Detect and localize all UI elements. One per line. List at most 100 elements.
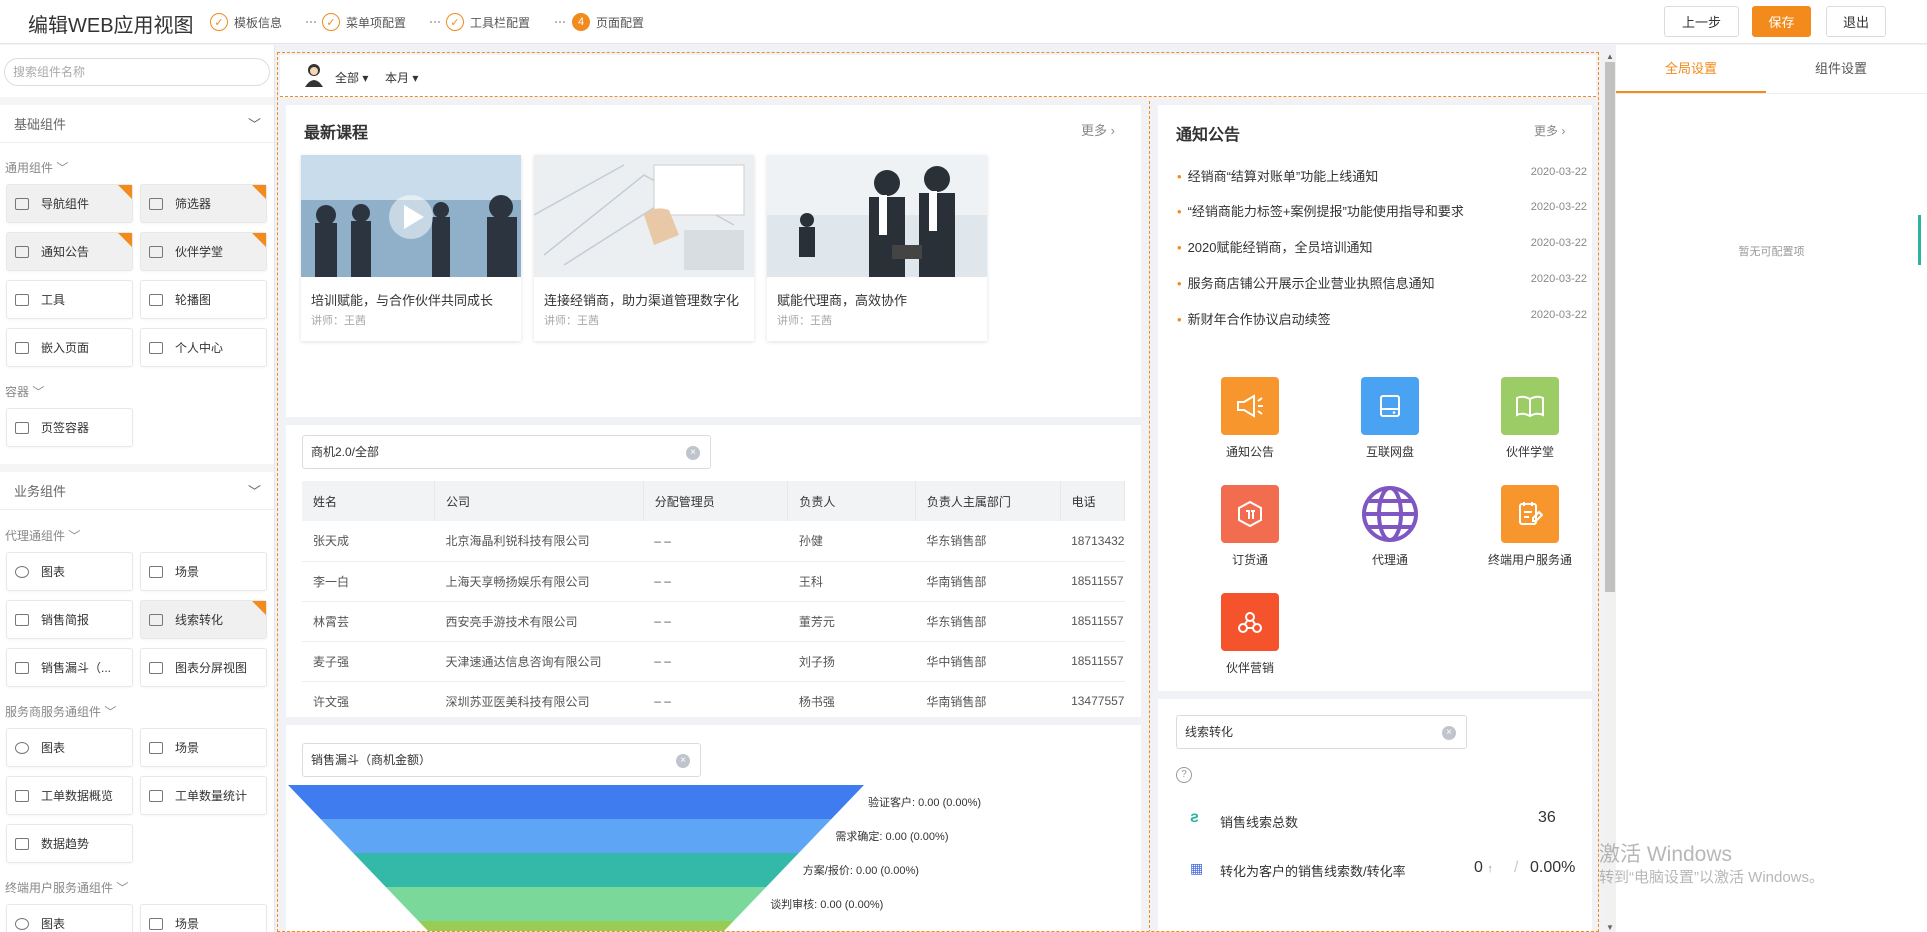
search-input[interactable]: 搜索组件名称 [4, 58, 270, 86]
app-end-user-service[interactable]: 终端用户服务通 [1480, 485, 1580, 568]
table-row[interactable]: 许文强 深圳苏亚医美科技有限公司 – – 杨书强 华南销售部 13477557 [302, 681, 1125, 717]
table-row[interactable]: 林霄芸 西安亮手游技术有限公司 – – 董芳元 华东销售部 18511557 [302, 601, 1125, 642]
comp-data-trend[interactable]: 数据趋势 [6, 824, 133, 863]
notice-item[interactable]: • 服务商店铺公开展示企业营业执照信息通知 2020-03-22 [1177, 273, 1587, 293]
help-icon[interactable]: ? [1176, 767, 1192, 783]
top-bar: 编辑WEB应用视图 ✓ 模板信息 ✓ 菜单项配置 ✓ 工具栏配置 4 页面配置 上一步 … [0, 0, 1927, 44]
app-partner-marketing[interactable]: 伙伴营销 [1200, 593, 1300, 676]
app-notice[interactable]: 通知公告 [1200, 377, 1300, 460]
col-company[interactable]: 公司 [434, 481, 644, 521]
funnel-segment[interactable] [320, 819, 832, 853]
app-agent[interactable]: 代理通 [1340, 485, 1440, 568]
table-row[interactable]: 麦子强 天津速通达信息咨询有限公司 – – 刘子扬 华中销售部 18511557 [302, 641, 1125, 682]
col-dept[interactable]: 负责人主属部门 [915, 481, 1061, 521]
course-card-title: 连接经销商，助力渠道管理数字化 [544, 293, 740, 308]
step-menu-config[interactable]: ✓ 菜单项配置 [322, 12, 406, 32]
comp-wo-stat[interactable]: 工单数量统计 [140, 776, 267, 815]
pie-chart-icon [15, 741, 29, 754]
step-page-config[interactable]: 4 页面配置 [572, 12, 644, 32]
group-general[interactable]: 通用组件 ﹀ [5, 159, 68, 176]
funnel-segment[interactable] [288, 785, 864, 819]
corner-badge [252, 233, 266, 247]
filter-bar: 全部 ▾ 本月 ▾ [280, 55, 1596, 97]
comp-notice[interactable]: 通知公告 [6, 232, 133, 271]
course-card[interactable]: 赋能代理商，高效协作 讲师：王茜 [767, 155, 987, 341]
comp-sales-funnel[interactable]: 销售漏斗（... [6, 648, 133, 687]
app-order[interactable]: 订货通 [1200, 485, 1300, 568]
comp-sales-brief[interactable]: 销售简报 [6, 600, 133, 639]
course-card[interactable]: 培训赋能，与合作伙伴共同成长 讲师：王茜 [301, 155, 521, 341]
course-card-instructor: 讲师：王茜 [311, 315, 366, 327]
comp-carousel[interactable]: 轮播图 [140, 280, 267, 319]
opportunity-select[interactable]: 商机2.0/全部 × [302, 435, 711, 469]
section-business-components[interactable]: 业务组件 ﹀ [0, 464, 274, 510]
canvas-scrollbar[interactable]: ▲ ▼ [1603, 52, 1617, 932]
save-button[interactable]: 保存 [1752, 6, 1811, 37]
comp-tool[interactable]: 工具 [6, 280, 133, 319]
course-card-title: 赋能代理商，高效协作 [777, 293, 908, 308]
step-toolbar-config[interactable]: ✓ 工具栏配置 [446, 12, 530, 32]
group-service[interactable]: 服务商服务通组件 ﹀ [5, 703, 116, 720]
corner-badge [118, 185, 132, 199]
notice-item[interactable]: • 新财年合作协议启动续签 2020-03-22 [1177, 309, 1587, 329]
comp-partner[interactable]: 伙伴学堂 [140, 232, 267, 271]
course-more-link[interactable]: 更多 › [1081, 120, 1115, 139]
scroll-down-arrow[interactable]: ▼ [1606, 923, 1614, 932]
comp-scene-2[interactable]: 场景 [140, 728, 267, 767]
page-title: 编辑WEB应用视图 [28, 15, 194, 37]
marketing-icon [1221, 593, 1279, 651]
scope-dropdown[interactable]: 全部 ▾ [335, 69, 368, 86]
col-phone[interactable]: 电话 [1060, 481, 1126, 521]
step-template-info[interactable]: ✓ 模板信息 [210, 12, 282, 32]
side-indicator [1918, 215, 1921, 265]
clear-icon[interactable]: × [1442, 726, 1456, 740]
app-partner-school[interactable]: 伙伴学堂 [1480, 377, 1580, 460]
group-end-user[interactable]: 终端用户服务通组件 ﹀ [5, 879, 128, 896]
funnel-segment[interactable] [353, 853, 799, 887]
scroll-up-arrow[interactable]: ▲ [1606, 52, 1614, 61]
funnel-segment[interactable] [385, 887, 767, 921]
prev-button[interactable]: 上一步 [1664, 6, 1739, 37]
notice-item[interactable]: • “经销商能力标签+案例提报”功能使用指导和要求 2020-03-22 [1177, 201, 1587, 221]
app-grid-panel: 通知公告 互联网盘 伙伴学堂 订货通 代理通 终端用户服务通 伙伴营销 [1158, 357, 1592, 691]
notice-more-link[interactable]: 更多 › [1534, 122, 1565, 139]
notice-item[interactable]: • 经销商“结算对账单”功能上线通知 2020-03-22 [1177, 166, 1587, 186]
comp-nav[interactable]: 导航组件 [6, 184, 133, 223]
comp-chart-3[interactable]: 图表 [6, 904, 133, 932]
col-admin[interactable]: 分配管理员 [643, 481, 789, 521]
section-basic-components[interactable]: 基础组件 ﹀ [0, 97, 274, 143]
pie-chart-icon [15, 917, 29, 930]
comp-scene-3[interactable]: 场景 [140, 904, 267, 932]
pie-chart-icon [15, 565, 29, 578]
funnel-segment[interactable] [418, 921, 734, 932]
comp-filter[interactable]: 筛选器 [140, 184, 267, 223]
comp-scene[interactable]: 场景 [140, 552, 267, 591]
comp-chart[interactable]: 图表 [6, 552, 133, 591]
col-owner[interactable]: 负责人 [787, 481, 916, 521]
comp-lead-conversion[interactable]: 线索转化 [140, 600, 267, 639]
chevron-down-icon: ﹀ [247, 117, 261, 132]
table-row[interactable]: 张天成 北京海晶利锐科技有限公司 – – 孙健 华东销售部 18713432 [302, 521, 1125, 562]
tab-global-settings[interactable]: 全局设置 [1616, 45, 1766, 93]
comp-tab-container[interactable]: 页签容器 [6, 408, 133, 447]
notice-item[interactable]: • 2020赋能经销商，全员培训通知 2020-03-22 [1177, 237, 1587, 257]
comp-split-view[interactable]: 图表分屏视图 [140, 648, 267, 687]
comp-personal[interactable]: 个人中心 [140, 328, 267, 367]
exit-button[interactable]: 退出 [1826, 6, 1886, 37]
course-card[interactable]: 连接经销商，助力渠道管理数字化 讲师：王茜 [534, 155, 754, 341]
clear-icon[interactable]: × [686, 446, 700, 460]
period-dropdown[interactable]: 本月 ▾ [385, 69, 418, 86]
group-container[interactable]: 容器 ﹀ [5, 383, 44, 400]
comp-embed[interactable]: 嵌入页面 [6, 328, 133, 367]
wrench-icon [15, 293, 29, 306]
scroll-thumb[interactable] [1605, 62, 1615, 592]
table-row[interactable]: 李一白 上海天享畅扬娱乐有限公司 – – 王科 华南销售部 18511557 [302, 561, 1125, 602]
corner-badge [252, 185, 266, 199]
group-agent[interactable]: 代理通组件 ﹀ [5, 527, 80, 544]
col-name[interactable]: 姓名 [302, 481, 435, 521]
tab-component-settings[interactable]: 组件设置 [1766, 45, 1916, 93]
app-netdisk[interactable]: 互联网盘 [1340, 377, 1440, 460]
comp-chart-2[interactable]: 图表 [6, 728, 133, 767]
lead-select[interactable]: 线索转化 × [1176, 715, 1467, 749]
comp-wo-overview[interactable]: 工单数据概览 [6, 776, 133, 815]
